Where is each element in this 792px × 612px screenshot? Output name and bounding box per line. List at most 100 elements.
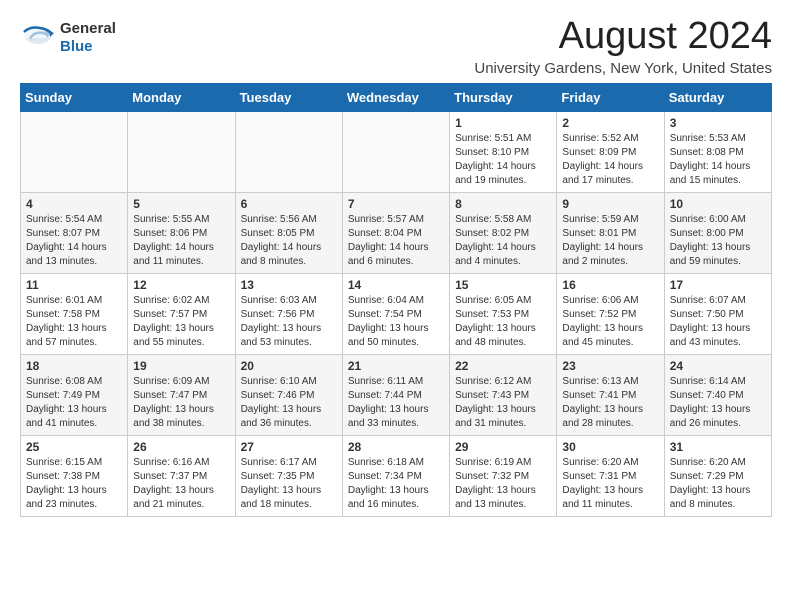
cell-info: Sunrise: 6:20 AM Sunset: 7:31 PM Dayligh… [562,456,658,512]
title-block: August 2024 University Gardens, New York… [474,16,772,77]
day-number: 25 [26,440,122,454]
sunset-text: Sunset: 8:10 PM [455,147,529,158]
cell-info: Sunrise: 5:51 AM Sunset: 8:10 PM Dayligh… [455,132,551,188]
daylight-text: Daylight: 13 hours and 38 minutes. [133,404,214,429]
daylight-text: Daylight: 13 hours and 57 minutes. [26,323,107,348]
sunrise-text: Sunrise: 5:54 AM [26,214,102,225]
daylight-text: Daylight: 13 hours and 28 minutes. [562,404,643,429]
sunset-text: Sunset: 7:38 PM [26,471,100,482]
daylight-text: Daylight: 14 hours and 17 minutes. [562,161,643,186]
sunrise-text: Sunrise: 5:51 AM [455,133,531,144]
week-row: 1 Sunrise: 5:51 AM Sunset: 8:10 PM Dayli… [21,111,772,192]
calendar-cell: 21 Sunrise: 6:11 AM Sunset: 7:44 PM Dayl… [342,354,449,435]
daylight-text: Daylight: 13 hours and 48 minutes. [455,323,536,348]
sunrise-text: Sunrise: 6:15 AM [26,457,102,468]
day-number: 13 [241,278,337,292]
sunrise-text: Sunrise: 6:10 AM [241,376,317,387]
week-row: 25 Sunrise: 6:15 AM Sunset: 7:38 PM Dayl… [21,435,772,516]
daylight-text: Daylight: 13 hours and 59 minutes. [670,242,751,267]
daylight-text: Daylight: 13 hours and 45 minutes. [562,323,643,348]
sunrise-text: Sunrise: 6:11 AM [348,376,423,387]
calendar-cell: 24 Sunrise: 6:14 AM Sunset: 7:40 PM Dayl… [664,354,771,435]
day-number: 11 [26,278,122,292]
day-number: 19 [133,359,229,373]
day-number: 1 [455,116,551,130]
sunset-text: Sunset: 7:56 PM [241,309,315,320]
sunrise-text: Sunrise: 6:00 AM [670,214,746,225]
sunrise-text: Sunrise: 5:55 AM [133,214,209,225]
sunrise-text: Sunrise: 6:20 AM [562,457,638,468]
cell-info: Sunrise: 6:17 AM Sunset: 7:35 PM Dayligh… [241,456,337,512]
day-number: 24 [670,359,766,373]
sunset-text: Sunset: 7:32 PM [455,471,529,482]
daylight-text: Daylight: 13 hours and 33 minutes. [348,404,429,429]
daylight-text: Daylight: 13 hours and 36 minutes. [241,404,322,429]
cell-info: Sunrise: 5:52 AM Sunset: 8:09 PM Dayligh… [562,132,658,188]
day-number: 5 [133,197,229,211]
daylight-text: Daylight: 13 hours and 31 minutes. [455,404,536,429]
sunset-text: Sunset: 7:37 PM [133,471,207,482]
daylight-text: Daylight: 13 hours and 13 minutes. [455,485,536,510]
sunset-text: Sunset: 7:47 PM [133,390,207,401]
cell-info: Sunrise: 6:02 AM Sunset: 7:57 PM Dayligh… [133,294,229,350]
day-number: 30 [562,440,658,454]
calendar-cell: 2 Sunrise: 5:52 AM Sunset: 8:09 PM Dayli… [557,111,664,192]
daylight-text: Daylight: 14 hours and 15 minutes. [670,161,751,186]
sunset-text: Sunset: 7:46 PM [241,390,315,401]
calendar-cell: 26 Sunrise: 6:16 AM Sunset: 7:37 PM Dayl… [128,435,235,516]
calendar-cell: 11 Sunrise: 6:01 AM Sunset: 7:58 PM Dayl… [21,273,128,354]
sunrise-text: Sunrise: 5:59 AM [562,214,638,225]
daylight-text: Daylight: 13 hours and 26 minutes. [670,404,751,429]
sunset-text: Sunset: 8:00 PM [670,228,744,239]
logo-general: General [60,20,116,38]
calendar-cell: 7 Sunrise: 5:57 AM Sunset: 8:04 PM Dayli… [342,192,449,273]
cell-info: Sunrise: 6:19 AM Sunset: 7:32 PM Dayligh… [455,456,551,512]
sunset-text: Sunset: 8:02 PM [455,228,529,239]
daylight-text: Daylight: 14 hours and 4 minutes. [455,242,536,267]
cell-info: Sunrise: 6:10 AM Sunset: 7:46 PM Dayligh… [241,375,337,431]
daylight-text: Daylight: 14 hours and 6 minutes. [348,242,429,267]
calendar-cell: 16 Sunrise: 6:06 AM Sunset: 7:52 PM Dayl… [557,273,664,354]
sunrise-text: Sunrise: 6:03 AM [241,295,317,306]
calendar-cell [21,111,128,192]
sunset-text: Sunset: 7:41 PM [562,390,636,401]
day-number: 10 [670,197,766,211]
calendar-cell: 5 Sunrise: 5:55 AM Sunset: 8:06 PM Dayli… [128,192,235,273]
cell-info: Sunrise: 6:14 AM Sunset: 7:40 PM Dayligh… [670,375,766,431]
cell-info: Sunrise: 5:56 AM Sunset: 8:05 PM Dayligh… [241,213,337,269]
sunset-text: Sunset: 8:06 PM [133,228,207,239]
cell-info: Sunrise: 5:53 AM Sunset: 8:08 PM Dayligh… [670,132,766,188]
calendar-cell [342,111,449,192]
daylight-text: Daylight: 13 hours and 21 minutes. [133,485,214,510]
sunrise-text: Sunrise: 6:19 AM [455,457,531,468]
calendar-cell: 22 Sunrise: 6:12 AM Sunset: 7:43 PM Dayl… [450,354,557,435]
sunset-text: Sunset: 8:05 PM [241,228,315,239]
week-row: 18 Sunrise: 6:08 AM Sunset: 7:49 PM Dayl… [21,354,772,435]
sunset-text: Sunset: 7:54 PM [348,309,422,320]
calendar-cell: 12 Sunrise: 6:02 AM Sunset: 7:57 PM Dayl… [128,273,235,354]
day-number: 15 [455,278,551,292]
sunrise-text: Sunrise: 6:16 AM [133,457,209,468]
sunset-text: Sunset: 7:34 PM [348,471,422,482]
day-number: 23 [562,359,658,373]
daylight-text: Daylight: 14 hours and 19 minutes. [455,161,536,186]
cell-info: Sunrise: 6:00 AM Sunset: 8:00 PM Dayligh… [670,213,766,269]
calendar-cell [128,111,235,192]
day-number: 20 [241,359,337,373]
weekday-header: Friday [557,83,664,111]
sunrise-text: Sunrise: 6:20 AM [670,457,746,468]
week-row: 11 Sunrise: 6:01 AM Sunset: 7:58 PM Dayl… [21,273,772,354]
sunset-text: Sunset: 7:53 PM [455,309,529,320]
cell-info: Sunrise: 6:09 AM Sunset: 7:47 PM Dayligh… [133,375,229,431]
sunset-text: Sunset: 7:29 PM [670,471,744,482]
calendar-cell: 1 Sunrise: 5:51 AM Sunset: 8:10 PM Dayli… [450,111,557,192]
daylight-text: Daylight: 13 hours and 43 minutes. [670,323,751,348]
cell-info: Sunrise: 6:07 AM Sunset: 7:50 PM Dayligh… [670,294,766,350]
cell-info: Sunrise: 6:03 AM Sunset: 7:56 PM Dayligh… [241,294,337,350]
sunrise-text: Sunrise: 6:02 AM [133,295,209,306]
day-number: 26 [133,440,229,454]
cell-info: Sunrise: 6:13 AM Sunset: 7:41 PM Dayligh… [562,375,658,431]
daylight-text: Daylight: 13 hours and 50 minutes. [348,323,429,348]
weekday-header: Thursday [450,83,557,111]
calendar-cell: 8 Sunrise: 5:58 AM Sunset: 8:02 PM Dayli… [450,192,557,273]
